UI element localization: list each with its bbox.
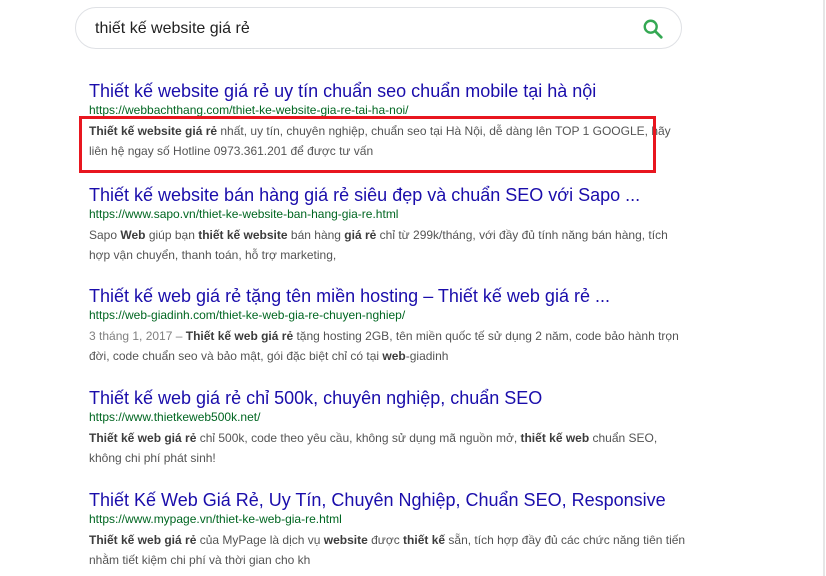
snippet-keyword: giá rẻ [344,228,377,242]
snippet-text: Sapo [89,228,121,242]
search-result: Thiết kế web giá rẻ tặng tên miền hostin… [89,285,709,366]
search-result: Thiết Kế Web Giá Rẻ, Uy Tín, Chuyên Nghi… [89,489,709,570]
snippet-keyword: thiết kế [403,533,446,547]
snippet-text: của MyPage là dịch vụ [196,533,324,547]
result-snippet: Thiết kế web giá rẻ chỉ 500k, code theo … [89,428,689,468]
snippet-text: bán hàng [287,228,345,242]
result-title-link[interactable]: Thiết Kế Web Giá Rẻ, Uy Tín, Chuyên Nghi… [89,489,709,511]
window-edge [823,0,825,576]
snippet-text: -giadinh [405,349,449,363]
result-snippet: Sapo Web giúp bạn thiết kế website bán h… [89,225,689,265]
result-url[interactable]: https://www.thietkeweb500k.net/ [89,409,709,425]
snippet-keyword: web [382,349,406,363]
search-box[interactable] [75,7,682,49]
search-result: Thiết kế web giá rẻ chỉ 500k, chuyên ngh… [89,387,709,468]
search-result: Thiết kế website bán hàng giá rẻ siêu đẹ… [89,184,709,265]
result-title-link[interactable]: Thiết kế website bán hàng giá rẻ siêu đẹ… [89,184,709,206]
snippet-keyword: thiết kế web [520,431,590,445]
result-title-link[interactable]: Thiết kế web giá rẻ tặng tên miền hostin… [89,285,709,307]
highlight-annotation [79,116,656,173]
snippet-keyword: website [323,533,368,547]
snippet-keyword: Thiết kế web giá rẻ [89,533,197,547]
result-url[interactable]: https://www.mypage.vn/thiet-ke-web-gia-r… [89,511,709,527]
result-title-link[interactable]: Thiết kế web giá rẻ chỉ 500k, chuyên ngh… [89,387,709,409]
result-url[interactable]: https://www.sapo.vn/thiet-ke-website-ban… [89,206,709,222]
result-snippet: 3 tháng 1, 2017 – Thiết kế web giá rẻ tặ… [89,326,689,366]
result-title-link[interactable]: Thiết kế website giá rẻ uy tín chuẩn seo… [89,80,709,102]
snippet-text: được [367,533,404,547]
snippet-keyword: Web [120,228,146,242]
snippet-keyword: Thiết kế web giá rẻ [89,431,197,445]
result-date: 3 tháng 1, 2017 – [89,329,186,343]
snippet-keyword: thiết kế website [198,228,288,242]
snippet-keyword: Thiết kế web giá rẻ [185,329,294,343]
result-url[interactable]: https://web-giadinh.com/thiet-ke-web-gia… [89,307,709,323]
snippet-text: giúp bạn [145,228,199,242]
search-icon[interactable] [642,18,664,40]
result-snippet: Thiết kế web giá rẻ của MyPage là dịch v… [89,530,689,570]
search-input[interactable] [95,17,615,41]
snippet-text: chỉ 500k, code theo yêu cầu, không sử dụ… [196,431,521,445]
